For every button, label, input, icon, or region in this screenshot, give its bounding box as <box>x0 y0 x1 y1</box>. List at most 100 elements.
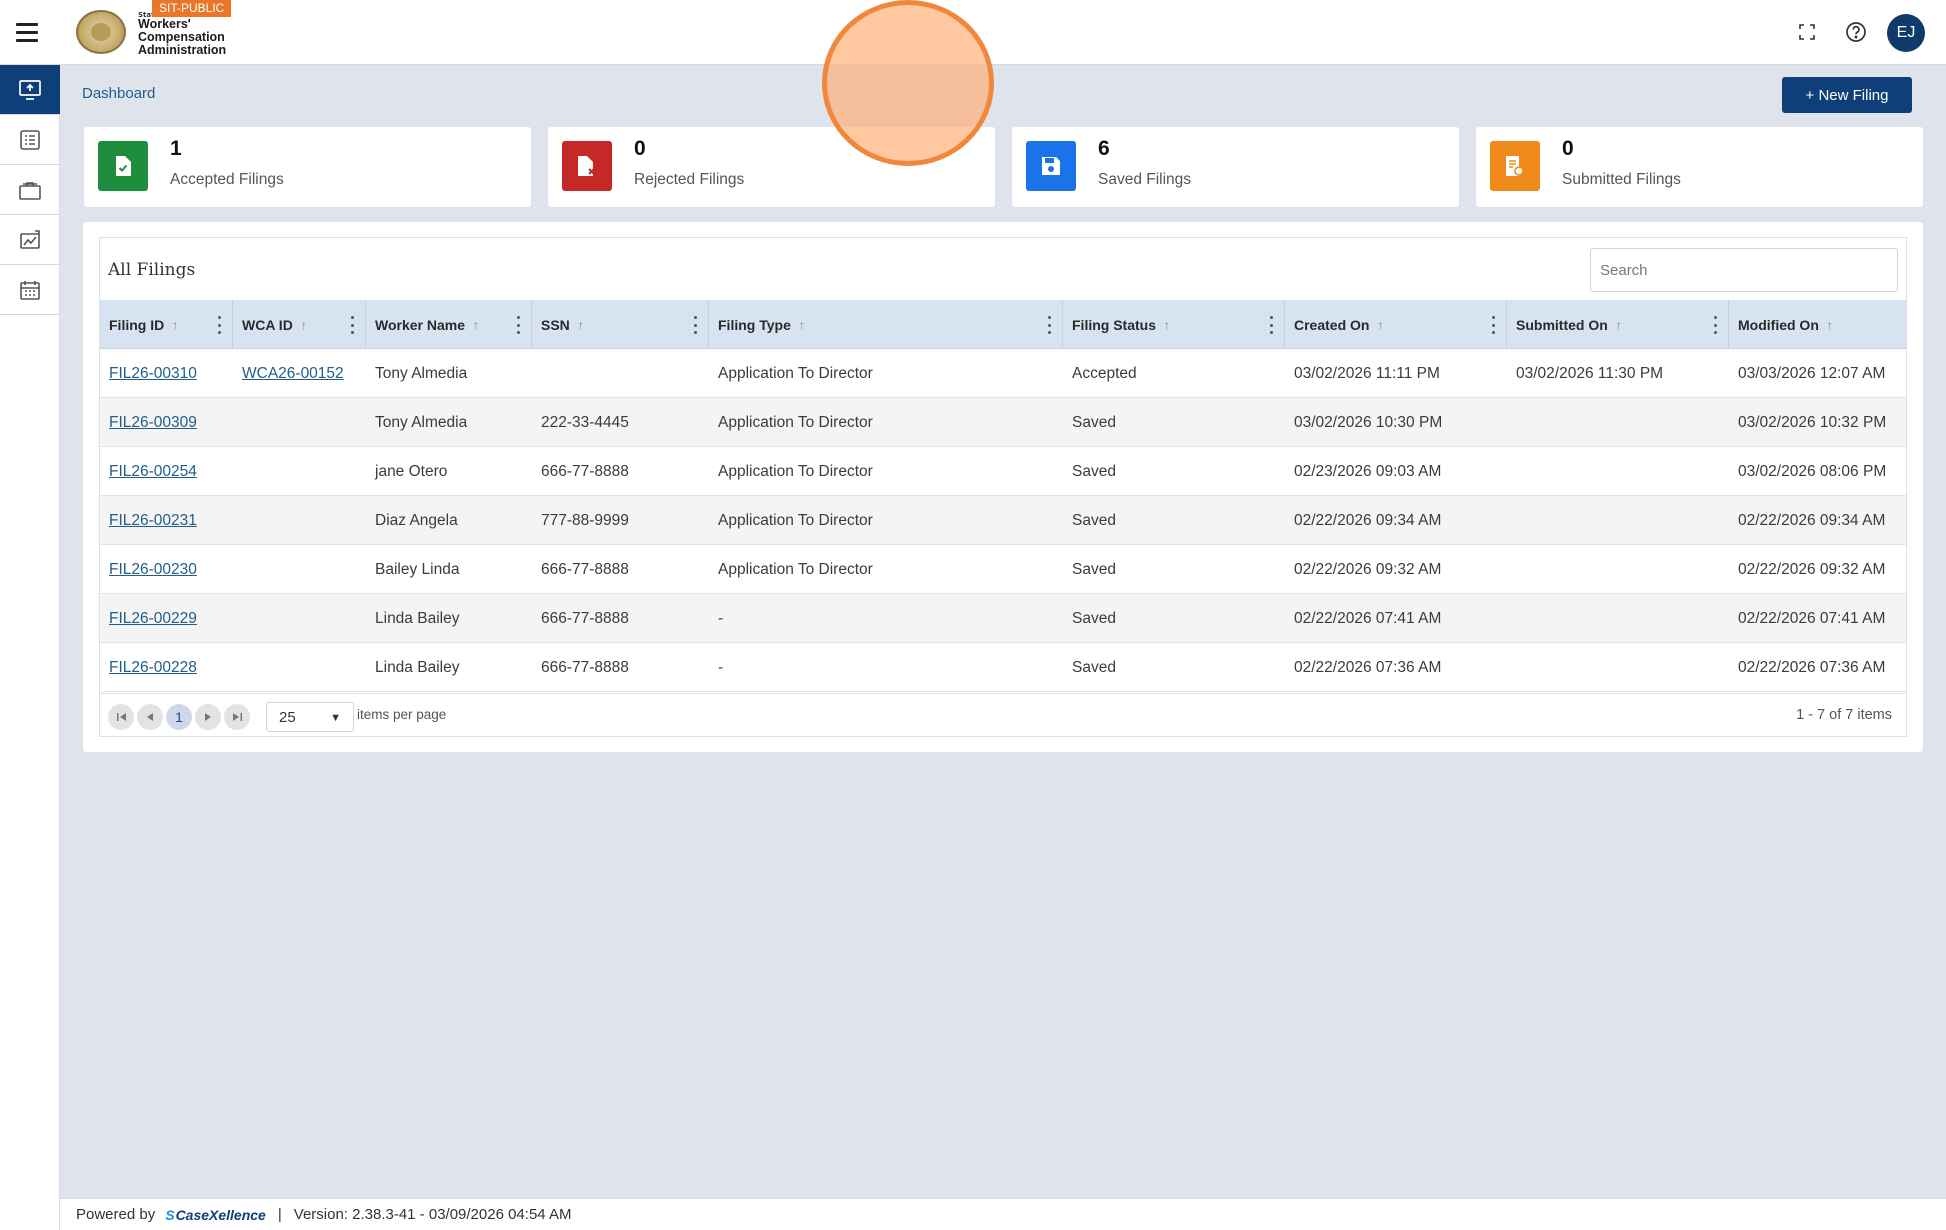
sort-arrow-icon[interactable]: ↑ <box>1827 318 1833 332</box>
sidebar-item-list[interactable] <box>0 115 60 165</box>
file-check-icon <box>98 141 148 191</box>
column-header-submitted-on[interactable]: Submitted On ↑ <box>1507 300 1729 349</box>
column-menu-icon[interactable] <box>1490 316 1496 334</box>
sidebar-item-cases[interactable] <box>0 165 60 215</box>
sidebar-item-reports[interactable] <box>0 215 60 265</box>
cell-created-on: 02/22/2026 07:41 AM <box>1294 609 1442 627</box>
breadcrumb-dashboard[interactable]: Dashboard <box>82 85 155 102</box>
last-page-icon[interactable] <box>224 704 250 730</box>
column-header-filing-type[interactable]: Filing Type ↑ <box>709 300 1063 349</box>
filings-grid: All Filings Filing ID↑WCA ID↑Worker Name… <box>99 237 1907 737</box>
stat-card-saved[interactable]: 6 Saved Filings <box>1012 127 1459 207</box>
cell-ssn: 666-77-8888 <box>541 462 629 480</box>
grid-title: All Filings <box>108 260 196 280</box>
column-header-ssn[interactable]: SSN ↑ <box>532 300 709 349</box>
cell-filing-status: Saved <box>1072 413 1116 431</box>
stat-card-accepted[interactable]: 1 Accepted Filings <box>84 127 531 207</box>
search-input[interactable] <box>1590 248 1898 292</box>
items-per-page-label: items per page <box>357 707 447 722</box>
column-menu-icon[interactable] <box>1268 316 1274 334</box>
table-row[interactable]: FIL26-00230 Bailey Linda 666-77-8888 Applic… <box>100 545 1906 594</box>
table-row[interactable]: FIL26-00254 jane Otero 666-77-8888 Applicat… <box>100 447 1906 496</box>
sort-arrow-icon[interactable]: ↑ <box>1616 318 1622 332</box>
table-row[interactable]: FIL26-00310 WCA26-00152 Tony Almedia Applic… <box>100 349 1906 398</box>
column-header-filing-id[interactable]: Filing ID ↑ <box>100 300 233 349</box>
cell-created-on: 02/22/2026 09:34 AM <box>1294 511 1442 529</box>
first-page-icon[interactable] <box>108 704 134 730</box>
footer-separator: | <box>277 1206 282 1223</box>
page-number-button[interactable]: 1 <box>166 704 192 730</box>
cell-filing-status: Accepted <box>1072 364 1137 382</box>
footer: Powered by S CaseXellence | Version: 2.38… <box>60 1198 1946 1230</box>
sidebar-item-calendar[interactable] <box>0 265 60 315</box>
cell-filing-id[interactable]: FIL26-00254 <box>100 447 233 496</box>
cell-created-on: 02/23/2026 09:03 AM <box>1294 462 1442 480</box>
cell-filing-id[interactable]: FIL26-00309 <box>100 398 233 447</box>
file-submit-icon <box>1490 141 1540 191</box>
next-page-icon[interactable] <box>195 704 221 730</box>
sort-arrow-icon[interactable]: ↑ <box>578 318 584 332</box>
cell-filing-id[interactable]: FIL26-00230 <box>100 545 233 594</box>
sort-arrow-icon[interactable]: ↑ <box>1377 318 1383 332</box>
cell-filing-id[interactable]: FIL26-00310 <box>100 349 233 398</box>
cell-wca-id[interactable]: WCA26-00152 <box>233 349 366 398</box>
sort-arrow-icon[interactable]: ↑ <box>473 318 479 332</box>
filing-id-link[interactable]: FIL26-00231 <box>109 512 197 530</box>
filing-id-link[interactable]: FIL26-00254 <box>109 463 197 481</box>
casexellence-logo: S CaseXellence <box>165 1206 266 1223</box>
cell-wca-id <box>233 545 366 594</box>
table-row[interactable]: FIL26-00309 Tony Almedia 222-33-4445 Applic… <box>100 398 1906 447</box>
filing-id-link[interactable]: FIL26-00229 <box>109 610 197 628</box>
cell-submitted-on <box>1507 496 1729 545</box>
column-menu-icon[interactable] <box>1712 316 1718 334</box>
cell-wca-id <box>233 447 366 496</box>
stat-label: Accepted Filings <box>170 171 284 188</box>
sort-arrow-icon[interactable]: ↑ <box>1164 318 1170 332</box>
fullscreen-icon[interactable] <box>1794 19 1820 45</box>
stat-card-submitted[interactable]: 0 Submitted Filings <box>1476 127 1923 207</box>
column-header-label: Worker Name <box>375 316 466 333</box>
filing-id-link[interactable]: FIL26-00228 <box>109 659 197 677</box>
left-sidebar <box>0 65 60 1230</box>
column-menu-icon[interactable] <box>515 316 521 334</box>
user-avatar[interactable]: EJ <box>1887 14 1925 52</box>
help-icon[interactable] <box>1843 19 1869 45</box>
column-menu-icon[interactable] <box>692 316 698 334</box>
page-size-select[interactable]: 25 ▼ <box>266 702 354 732</box>
column-header-modified-on[interactable]: Modified On ↑ <box>1729 300 1906 349</box>
column-menu-icon[interactable] <box>1046 316 1052 334</box>
filing-id-link[interactable]: FIL26-00310 <box>109 365 197 383</box>
new-filing-button[interactable]: + New Filing <box>1782 77 1912 113</box>
cell-ssn: 666-77-8888 <box>541 658 629 676</box>
hamburger-menu-icon[interactable] <box>16 18 44 46</box>
table-row[interactable]: FIL26-00231 Diaz Angela 777-88-9999 Applica… <box>100 496 1906 545</box>
cell-filing-id[interactable]: FIL26-00231 <box>100 496 233 545</box>
table-row[interactable]: FIL26-00229 Linda Bailey 666-77-8888 - Saved… <box>100 594 1906 643</box>
column-menu-icon[interactable] <box>216 316 222 334</box>
cell-wca-id <box>233 496 366 545</box>
prev-page-icon[interactable] <box>137 704 163 730</box>
sort-arrow-icon[interactable]: ↑ <box>301 318 307 332</box>
cell-filing-status: Saved <box>1072 560 1116 578</box>
powered-by-label: Powered by <box>76 1206 156 1223</box>
sort-arrow-icon[interactable]: ↑ <box>172 318 178 332</box>
filing-id-link[interactable]: FIL26-00309 <box>109 414 197 432</box>
sort-arrow-icon[interactable]: ↑ <box>799 318 805 332</box>
table-row[interactable]: FIL26-00228 Linda Bailey 666-77-8888 - Saved… <box>100 643 1906 692</box>
cell-filing-id[interactable]: FIL26-00229 <box>100 594 233 643</box>
stat-label: Submitted Filings <box>1562 171 1681 188</box>
column-header-label: Filing Status <box>1072 316 1156 333</box>
cell-wca-id <box>233 643 366 692</box>
sidebar-item-dashboard[interactable] <box>0 65 60 115</box>
column-header-worker-name[interactable]: Worker Name ↑ <box>366 300 532 349</box>
click-highlight-marker <box>822 0 994 166</box>
filings-panel: All Filings Filing ID↑WCA ID↑Worker Name… <box>83 222 1923 752</box>
cell-filing-id[interactable]: FIL26-00228 <box>100 643 233 692</box>
cell-ssn: 222-33-4445 <box>541 413 629 431</box>
column-header-filing-status[interactable]: Filing Status ↑ <box>1063 300 1285 349</box>
filing-id-link[interactable]: FIL26-00230 <box>109 561 197 579</box>
column-header-created-on[interactable]: Created On ↑ <box>1285 300 1507 349</box>
wca-id-link[interactable]: WCA26-00152 <box>242 365 344 383</box>
column-menu-icon[interactable] <box>349 316 355 334</box>
column-header-wca-id[interactable]: WCA ID ↑ <box>233 300 366 349</box>
